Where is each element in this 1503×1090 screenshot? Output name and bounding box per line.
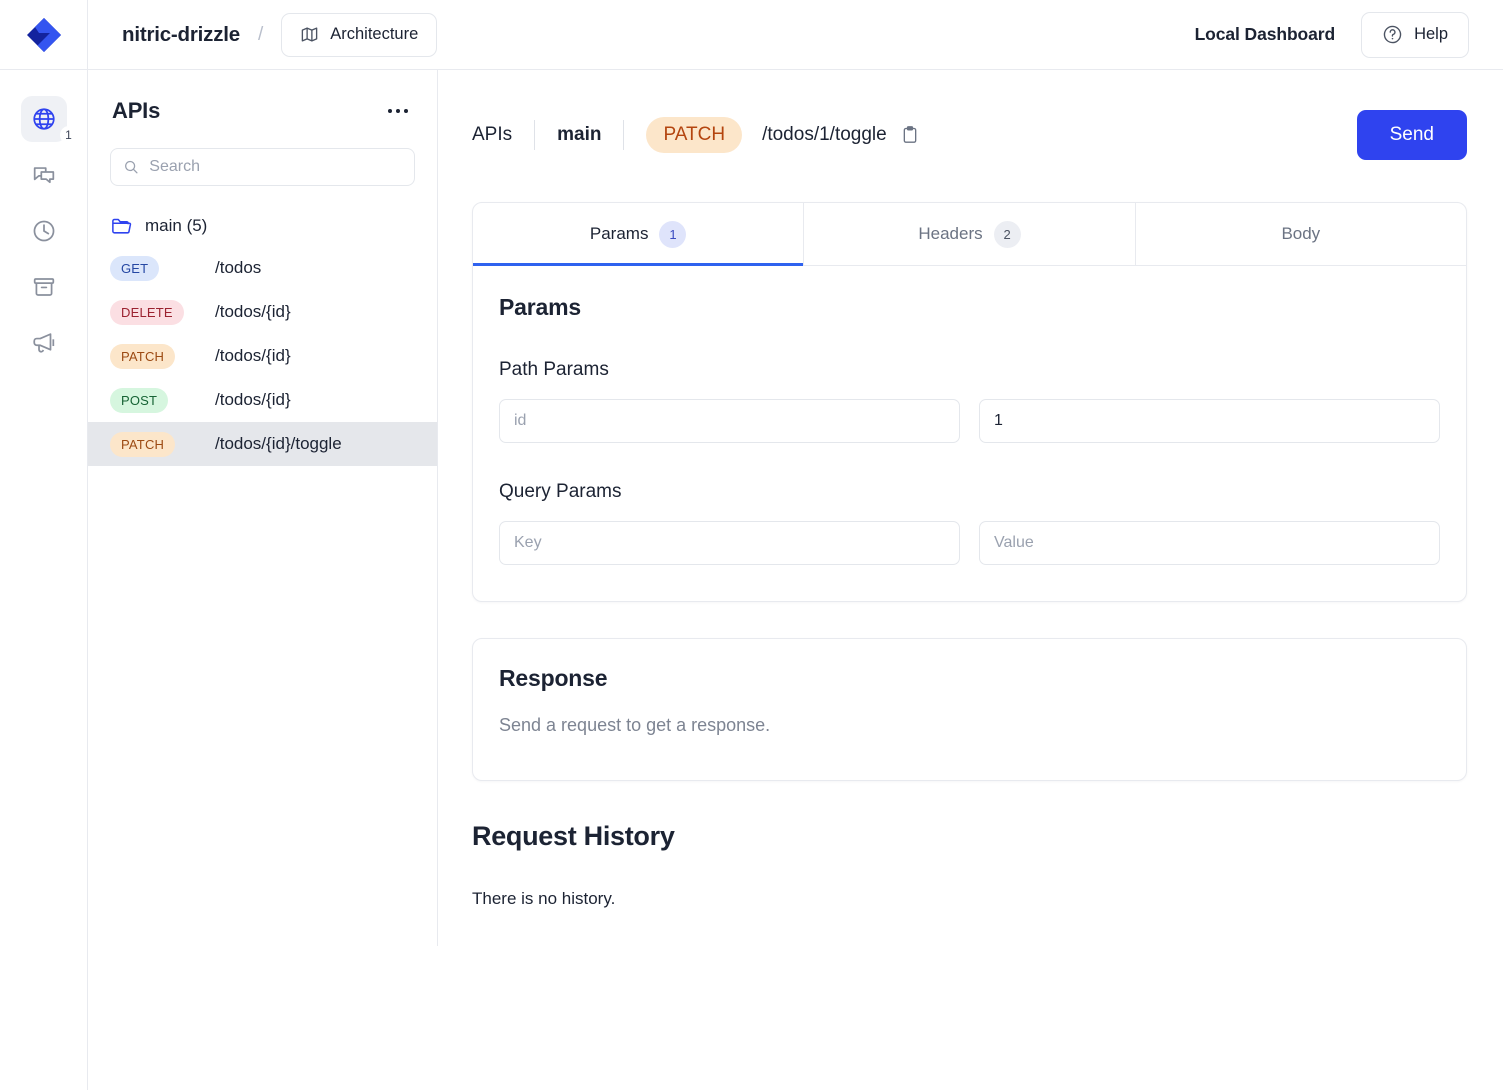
dot bbox=[388, 109, 393, 114]
breadcrumb-separator: / bbox=[258, 24, 263, 46]
architecture-button-label: Architecture bbox=[330, 25, 418, 44]
app-logo[interactable] bbox=[0, 0, 88, 70]
send-button[interactable]: Send bbox=[1357, 110, 1467, 160]
params-panel: Params Path Params Query Params bbox=[473, 266, 1466, 601]
route-item-patch-todos-id[interactable]: PATCH /todos/{id} bbox=[88, 334, 437, 378]
params-title: Params bbox=[499, 294, 1440, 321]
tab-params-count: 1 bbox=[659, 221, 686, 248]
search-input[interactable] bbox=[149, 149, 402, 185]
help-button[interactable]: Help bbox=[1361, 12, 1469, 58]
sidebar-item-storage[interactable] bbox=[21, 264, 67, 310]
sidebar-item-websockets[interactable] bbox=[21, 152, 67, 198]
chat-bubbles-icon bbox=[31, 162, 57, 188]
dot bbox=[396, 109, 401, 114]
method-badge: GET bbox=[110, 256, 159, 281]
query-param-value-input[interactable] bbox=[979, 521, 1440, 565]
request-breadcrumb-apis[interactable]: APIs bbox=[472, 124, 512, 146]
tab-headers-label: Headers bbox=[918, 224, 982, 244]
architecture-button[interactable]: Architecture bbox=[281, 13, 437, 57]
map-icon bbox=[300, 25, 319, 44]
megaphone-icon bbox=[31, 330, 57, 356]
sidebar-item-apis[interactable]: 1 bbox=[21, 96, 67, 142]
copy-url-button[interactable] bbox=[900, 125, 920, 145]
method-badge: DELETE bbox=[110, 300, 184, 325]
route-path: /todos/{id} bbox=[215, 390, 415, 410]
search-box[interactable] bbox=[110, 148, 415, 186]
tab-params[interactable]: Params 1 bbox=[473, 203, 804, 265]
request-breadcrumb-api-name[interactable]: main bbox=[557, 124, 601, 146]
response-card: Response Send a request to get a respons… bbox=[472, 638, 1467, 781]
response-title: Response bbox=[499, 665, 1440, 692]
apis-more-options-button[interactable] bbox=[383, 98, 413, 124]
top-bar-right: Local Dashboard Help bbox=[1195, 12, 1503, 58]
route-path: /todos/{id} bbox=[215, 346, 415, 366]
request-tabs-card: Params 1 Headers 2 Body Params Path Para… bbox=[472, 202, 1467, 602]
path-param-value-input[interactable] bbox=[979, 399, 1440, 443]
api-folder-main[interactable]: main (5) bbox=[88, 206, 437, 246]
request-method-badge: PATCH bbox=[646, 117, 742, 153]
apis-panel-header: APIs bbox=[88, 70, 437, 124]
folder-open-icon bbox=[110, 215, 133, 238]
request-history-empty-text: There is no history. bbox=[472, 889, 1503, 909]
response-empty-text: Send a request to get a response. bbox=[499, 715, 1440, 736]
request-header: APIs main PATCH /todos/1/toggle Send bbox=[438, 70, 1503, 160]
api-folder-label: main (5) bbox=[145, 216, 207, 236]
request-tabs: Params 1 Headers 2 Body bbox=[473, 203, 1466, 266]
route-path: /todos bbox=[215, 258, 415, 278]
tab-headers-count: 2 bbox=[994, 221, 1021, 248]
clock-icon bbox=[31, 218, 57, 244]
apis-panel-title: APIs bbox=[112, 98, 160, 124]
divider bbox=[623, 120, 624, 150]
method-badge: PATCH bbox=[110, 432, 175, 457]
icon-rail: 1 bbox=[0, 70, 88, 1090]
request-url: /todos/1/toggle bbox=[762, 124, 887, 146]
tab-headers[interactable]: Headers 2 bbox=[804, 203, 1135, 265]
help-button-label: Help bbox=[1414, 25, 1448, 44]
clipboard-icon bbox=[900, 125, 920, 145]
query-params-label: Query Params bbox=[499, 481, 1440, 503]
divider bbox=[534, 120, 535, 150]
method-badge: POST bbox=[110, 388, 168, 413]
query-param-key-input[interactable] bbox=[499, 521, 960, 565]
query-params-row bbox=[499, 521, 1440, 565]
path-params-label: Path Params bbox=[499, 359, 1440, 381]
archive-box-icon bbox=[31, 274, 57, 300]
question-circle-icon bbox=[1382, 24, 1403, 45]
apis-count-badge: 1 bbox=[60, 126, 78, 144]
dot bbox=[404, 109, 409, 114]
top-bar: nitric-drizzle / Architecture Local Dash… bbox=[0, 0, 1503, 70]
path-params-row bbox=[499, 399, 1440, 443]
route-item-patch-todos-id-toggle[interactable]: PATCH /todos/{id}/toggle bbox=[88, 422, 437, 466]
breadcrumb: nitric-drizzle / Architecture bbox=[88, 13, 437, 57]
sidebar-item-topics[interactable] bbox=[21, 320, 67, 366]
project-name: nitric-drizzle bbox=[122, 23, 240, 47]
route-item-delete-todos-id[interactable]: DELETE /todos/{id} bbox=[88, 290, 437, 334]
route-path: /todos/{id}/toggle bbox=[215, 434, 415, 454]
local-dashboard-label: Local Dashboard bbox=[1195, 24, 1335, 45]
route-item-post-todos-id[interactable]: POST /todos/{id} bbox=[88, 378, 437, 422]
apis-panel: APIs main (5) GET /todos DELETE /todos/{… bbox=[88, 70, 438, 946]
sidebar-item-schedules[interactable] bbox=[21, 208, 67, 254]
route-path: /todos/{id} bbox=[215, 302, 415, 322]
route-item-get-todos[interactable]: GET /todos bbox=[88, 246, 437, 290]
tab-body[interactable]: Body bbox=[1136, 203, 1466, 265]
request-history-title: Request History bbox=[472, 821, 1503, 852]
nitric-logo-icon bbox=[24, 15, 64, 55]
tab-params-label: Params bbox=[590, 224, 649, 244]
search-icon bbox=[123, 158, 139, 176]
tab-body-label: Body bbox=[1281, 224, 1320, 244]
globe-icon bbox=[31, 106, 57, 132]
path-param-key-input[interactable] bbox=[499, 399, 960, 443]
method-badge: PATCH bbox=[110, 344, 175, 369]
main-content: APIs main PATCH /todos/1/toggle Send Par… bbox=[438, 70, 1503, 1090]
